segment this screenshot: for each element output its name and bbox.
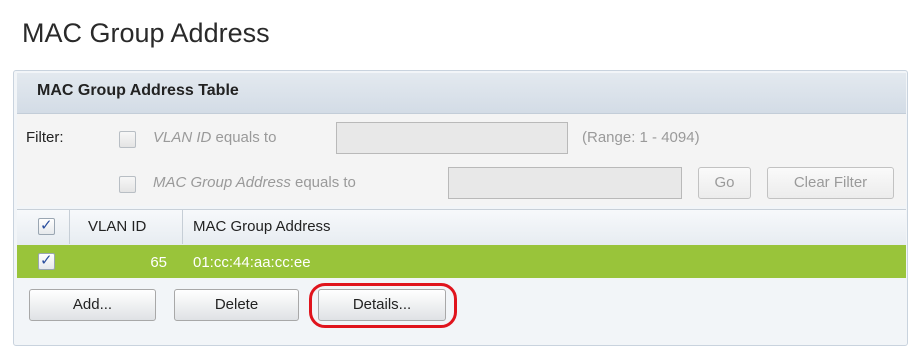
vlan-filter-operator: equals to <box>215 129 277 146</box>
mac-filter-checkbox[interactable] <box>119 176 136 193</box>
go-button[interactable]: Go <box>698 167 751 199</box>
column-separator <box>182 210 183 244</box>
select-all-checkbox[interactable] <box>38 216 55 235</box>
vlan-range-hint: (Range: 1 - 4094) <box>582 129 700 146</box>
vlan-filter-field-name: VLAN ID <box>153 129 212 146</box>
row-mac-group-address: 01:cc:44:aa:cc:ee <box>193 254 311 271</box>
mac-address-filter-input[interactable] <box>448 167 682 199</box>
delete-button[interactable]: Delete <box>174 289 299 321</box>
filter-label: Filter: <box>26 129 64 146</box>
mac-filter-caption: MAC Group Address equals to <box>153 174 356 191</box>
row-checkbox[interactable] <box>38 251 55 270</box>
column-header-mac-group-address[interactable]: MAC Group Address <box>193 218 331 235</box>
column-header-vlan-id[interactable]: VLAN ID <box>88 218 146 235</box>
vlan-filter-caption: VLAN ID equals to <box>153 129 276 146</box>
add-button[interactable]: Add... <box>29 289 156 321</box>
vlan-filter-checkbox[interactable] <box>119 131 136 148</box>
mac-filter-field-name: MAC Group Address <box>153 174 291 191</box>
vlan-id-filter-input[interactable] <box>336 122 568 154</box>
mac-filter-operator: equals to <box>295 174 356 191</box>
row-vlan-id: 65 <box>150 254 167 271</box>
table-header <box>17 209 906 246</box>
panel-header-title: MAC Group Address Table <box>37 82 239 99</box>
column-separator <box>69 210 70 244</box>
details-highlight-annotation <box>309 283 457 328</box>
page-title: MAC Group Address <box>22 18 270 48</box>
clear-filter-button[interactable]: Clear Filter <box>767 167 894 199</box>
